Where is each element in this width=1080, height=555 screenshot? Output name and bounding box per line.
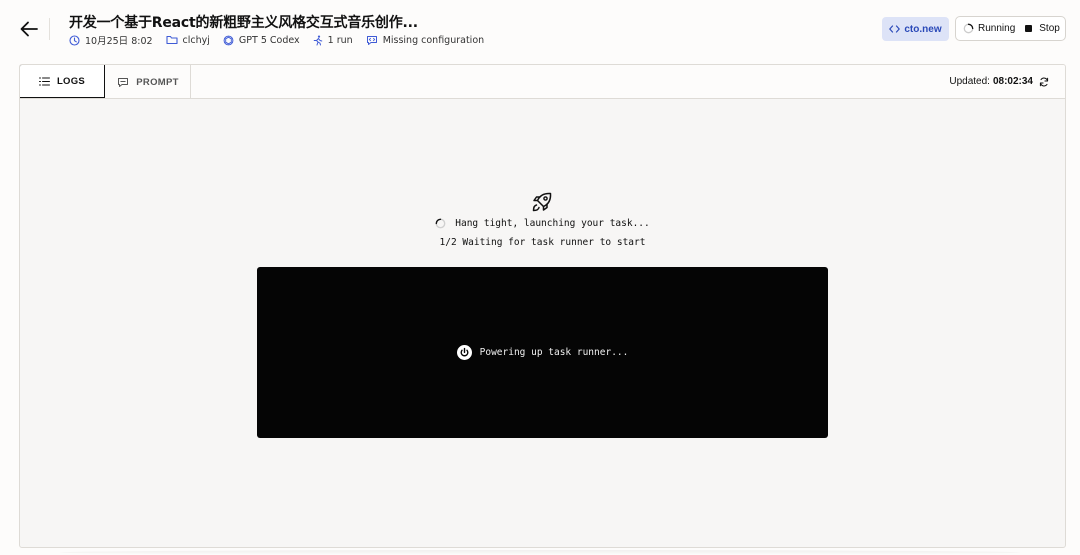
logs-content: Hang tight, launching your task... 1/2 W… (20, 99, 1065, 547)
spinner-icon (963, 23, 974, 34)
cto-new-button[interactable]: cto.new (882, 17, 949, 41)
power-icon (456, 345, 472, 360)
stop-button[interactable]: Stop (1025, 23, 1060, 34)
tab-bar: LOGS PROMPT Updated: 08:02:34 (20, 65, 1065, 99)
bottom-shadow (60, 550, 1020, 555)
rocket-icon (532, 192, 552, 212)
meta-config[interactable]: Missing configuration (366, 35, 484, 46)
chat-code-icon (366, 35, 377, 45)
stop-icon (1025, 25, 1033, 32)
terminal-window: Powering up task runner... (257, 267, 828, 438)
list-icon (38, 77, 50, 85)
task-title: 开发一个基于React的新粗野主义风格交互式音乐创作... (69, 15, 418, 31)
openai-icon (223, 35, 234, 45)
refresh-icon[interactable] (1039, 77, 1049, 87)
spinner-icon (435, 218, 446, 229)
launch-status: Hang tight, launching your task... (20, 218, 1065, 229)
updated-indicator: Updated: 08:02:34 (949, 76, 1049, 87)
meta-datetime: 10月25日 8:02 (69, 33, 153, 47)
status-badge: Running (956, 23, 1015, 34)
code-icon (889, 25, 901, 33)
task-panel: LOGS PROMPT Updated: 08:02:34 Hang tight… (19, 64, 1066, 548)
run-status-group: Running Stop (955, 16, 1066, 41)
back-button[interactable] (17, 18, 41, 40)
terminal-message: Powering up task runner... (456, 345, 628, 360)
tab-logs[interactable]: LOGS (20, 65, 105, 98)
meta-model: GPT 5 Codex (223, 35, 300, 46)
meta-runs: 1 run (313, 35, 353, 46)
clock-icon (69, 34, 80, 46)
meta-repo[interactable]: clchyj (165, 35, 210, 46)
header-divider (49, 18, 50, 40)
tab-prompt[interactable]: PROMPT (106, 65, 191, 99)
task-header: 开发一个基于React的新粗野主义风格交互式音乐创作... 10月25日 8:0… (0, 0, 1080, 64)
arrow-left-icon (20, 21, 38, 37)
folder-icon (165, 35, 178, 45)
launch-step: 1/2 Waiting for task runner to start (439, 237, 646, 248)
task-meta: 10月25日 8:02 clchyj GPT 5 Codex 1 run Mis… (69, 33, 497, 47)
running-person-icon (313, 35, 322, 45)
chat-icon (118, 77, 129, 87)
